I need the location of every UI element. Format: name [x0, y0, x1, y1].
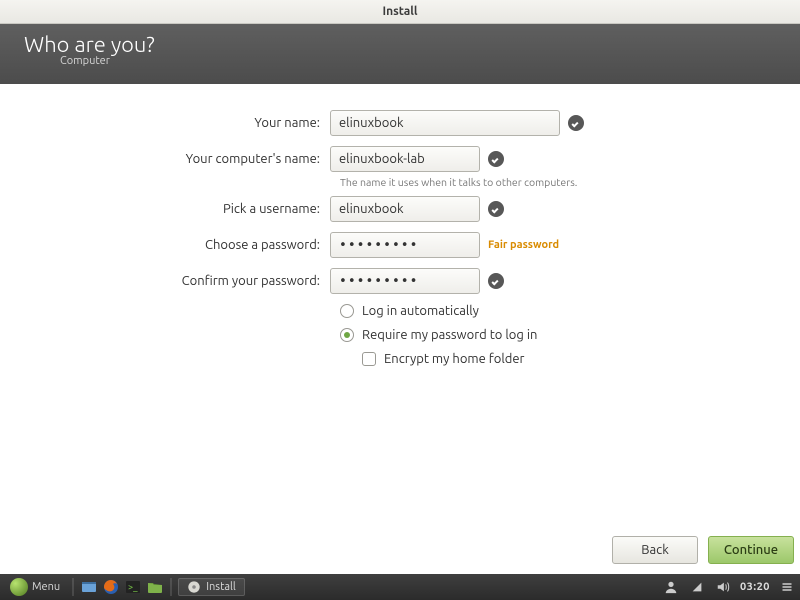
password-label: Choose a password: [0, 238, 330, 252]
radio-icon [340, 328, 354, 342]
name-input[interactable] [330, 110, 560, 136]
password-strength: Fair password [488, 239, 559, 251]
clock[interactable]: 03:20 [740, 581, 770, 593]
name-label: Your name: [0, 116, 330, 130]
page-title: Who are you? [24, 32, 776, 57]
confirm-password-label: Confirm your password: [0, 274, 330, 288]
tray-menu-icon[interactable] [778, 578, 796, 596]
check-icon [488, 151, 504, 167]
terminal-icon[interactable]: >_ [124, 578, 142, 596]
check-icon [488, 273, 504, 289]
hostname-input[interactable] [330, 146, 480, 172]
back-button[interactable]: Back [612, 536, 698, 564]
checkbox-icon [362, 352, 376, 366]
window-titlebar[interactable]: Install [0, 0, 800, 24]
show-desktop-icon[interactable] [80, 578, 98, 596]
login-require-label: Require my password to log in [362, 328, 537, 342]
nav-buttons: Back Continue [0, 526, 800, 574]
login-auto-option[interactable]: Log in automatically [340, 304, 800, 318]
encrypt-home-label: Encrypt my home folder [384, 352, 524, 366]
taskbar: Menu >_ Install 03:20 [0, 574, 800, 600]
mint-logo-icon [10, 578, 28, 596]
menu-button[interactable]: Menu [4, 576, 66, 598]
files-icon[interactable] [146, 578, 164, 596]
username-input[interactable] [330, 196, 480, 222]
login-auto-label: Log in automatically [362, 304, 479, 318]
encrypt-home-option[interactable]: Encrypt my home folder [362, 352, 800, 366]
hostname-hint: The name it uses when it talks to other … [340, 176, 800, 188]
continue-button[interactable]: Continue [708, 536, 794, 564]
installer-body: Your name: Your computer's name: The nam… [0, 84, 800, 526]
user-icon[interactable] [662, 578, 680, 596]
menu-label: Menu [32, 581, 60, 593]
installer-window: Install Who are you? Computer Your name:… [0, 0, 800, 574]
window-title: Install [382, 5, 417, 18]
username-label: Pick a username: [0, 202, 330, 216]
check-icon [568, 115, 584, 131]
login-require-password-option[interactable]: Require my password to log in [340, 328, 800, 342]
volume-icon[interactable] [714, 578, 732, 596]
svg-text:>_: >_ [128, 582, 138, 592]
installer-header: Who are you? Computer [0, 24, 800, 84]
password-input[interactable] [330, 232, 480, 258]
cd-icon [187, 580, 201, 594]
separator [72, 578, 74, 596]
task-label: Install [206, 581, 236, 593]
taskbar-task-install[interactable]: Install [178, 578, 245, 596]
firefox-icon[interactable] [102, 578, 120, 596]
network-icon[interactable] [688, 578, 706, 596]
confirm-password-input[interactable] [330, 268, 480, 294]
hostname-label: Your computer's name: [0, 152, 330, 166]
check-icon [488, 201, 504, 217]
page-subtitle: Computer [60, 55, 776, 67]
radio-icon [340, 304, 354, 318]
separator [170, 578, 172, 596]
